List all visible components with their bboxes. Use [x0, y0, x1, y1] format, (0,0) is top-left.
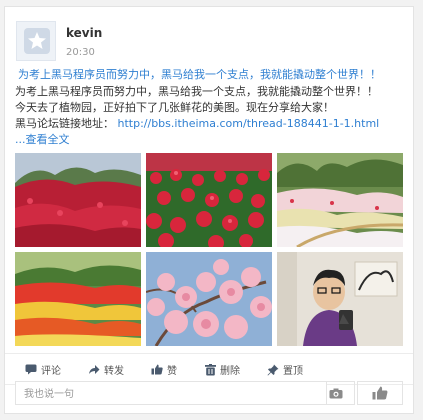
thumb-icon — [372, 386, 388, 400]
forward-icon — [89, 365, 100, 374]
pin-label: 置顶 — [283, 366, 303, 377]
comment-button[interactable]: 评论 — [25, 362, 61, 377]
camera-button[interactable] — [317, 381, 355, 405]
read-more-link[interactable]: ...查看全文 — [15, 132, 70, 148]
pin-button[interactable]: 置顶 — [267, 362, 303, 377]
camera-icon — [329, 388, 342, 398]
delete-label: 删除 — [220, 366, 240, 377]
photo-selfie[interactable] — [277, 252, 403, 346]
forward-button[interactable]: 转发 — [88, 362, 124, 377]
comment-label: 评论 — [41, 366, 61, 377]
delete-button[interactable]: 删除 — [205, 362, 240, 377]
post-title: 为考上黑马程序员而努力中，黑马给我一个支点，我就能撬动整个世界！！ — [18, 68, 381, 81]
comment-icon — [25, 364, 37, 375]
post-link-line: 黑马论坛链接地址： http://bbs.itheima.com/thread-… — [15, 116, 379, 132]
forward-label: 转发 — [104, 366, 124, 377]
like-label: 赞 — [167, 366, 177, 377]
comment-input[interactable] — [16, 383, 326, 406]
photo-red-tulip-field[interactable] — [146, 153, 272, 247]
username[interactable]: kevin — [66, 26, 102, 40]
post-time: 20:30 — [66, 47, 95, 58]
photo-garden-flowerbeds[interactable] — [277, 153, 403, 247]
comment-box[interactable] — [15, 381, 327, 406]
like-icon — [151, 364, 163, 375]
post-line-2: 今天去了植物园，正好拍下了几张鲜花的美图。现在分享给大家！ — [15, 101, 334, 114]
photo-red-tulips[interactable] — [15, 153, 141, 247]
like-button[interactable]: 赞 — [151, 362, 177, 377]
delete-icon — [205, 363, 216, 375]
avatar-star-icon — [24, 28, 50, 54]
avatar[interactable] — [16, 21, 56, 61]
link-prefix: 黑马论坛链接地址： — [15, 117, 114, 130]
photo-peach-blossoms[interactable] — [146, 252, 272, 346]
photo-tulip-garden[interactable] — [15, 252, 141, 346]
pin-icon — [267, 364, 279, 375]
submit-like-button[interactable] — [357, 381, 403, 405]
post-line-1: 为考上黑马程序员而努力中，黑马给我一个支点，我就能撬动整个世界！！ — [15, 85, 378, 98]
post-card: kevin 20:30 为考上黑马程序员而努力中，黑马给我一个支点，我就能撬动整… — [4, 6, 414, 414]
forum-link[interactable]: http://bbs.itheima.com/thread-188441-1-1… — [118, 117, 380, 130]
